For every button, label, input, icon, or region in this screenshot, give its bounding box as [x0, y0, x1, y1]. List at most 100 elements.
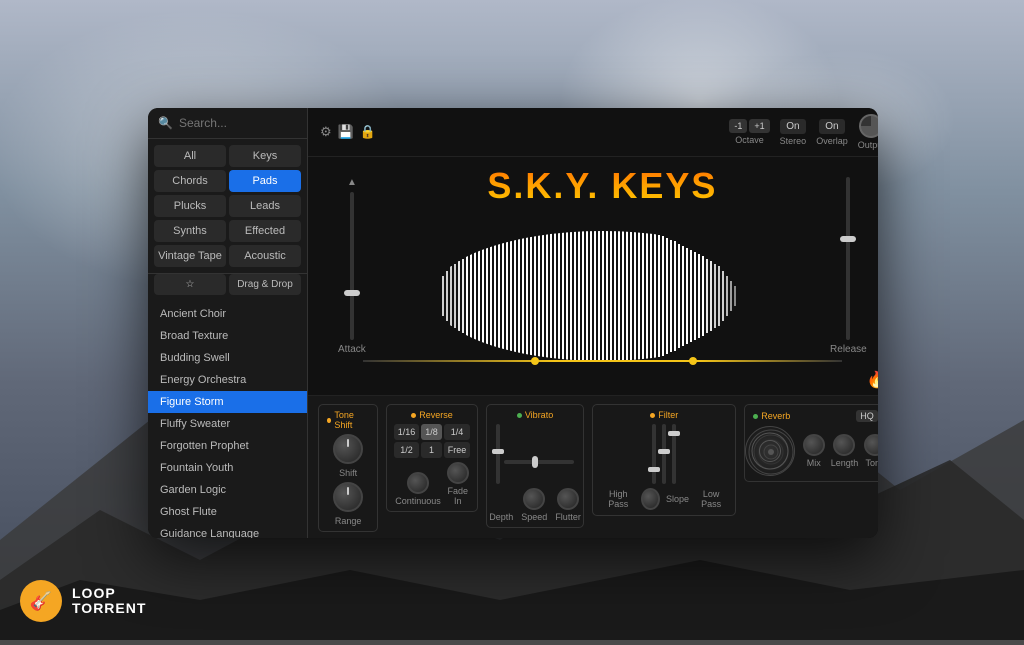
output-control: Output	[858, 114, 878, 150]
preset-fountain-youth[interactable]: Fountain Youth	[148, 457, 307, 479]
preset-figure-storm[interactable]: Figure Storm	[148, 391, 307, 413]
vibrato-dot	[517, 413, 522, 418]
search-input[interactable]	[179, 116, 297, 130]
low-pass-slider[interactable]	[672, 424, 676, 484]
release-slider[interactable]: Release	[830, 177, 867, 355]
top-icons: ⚙ 💾 🔒	[320, 124, 376, 140]
rev-btn-1-16[interactable]: 1/16	[394, 424, 420, 440]
release-label: Release	[830, 344, 867, 355]
continuous-label: Continuous	[395, 496, 441, 506]
cat-leads[interactable]: Leads	[229, 195, 301, 217]
preset-ghost-flute[interactable]: Ghost Flute	[148, 501, 307, 523]
tone-wrap: Tone	[864, 434, 878, 468]
range-label: Range	[335, 516, 362, 526]
attack-track[interactable]	[350, 192, 354, 340]
rev-btn-1-8[interactable]: 1/8	[421, 424, 442, 440]
tone-knob[interactable]	[864, 434, 878, 456]
overlap-label: Overlap	[816, 136, 848, 146]
depth-slider[interactable]	[496, 424, 500, 484]
fade-in-wrap: Fade In	[447, 462, 469, 506]
preset-broad-texture[interactable]: Broad Texture	[148, 325, 307, 347]
bottom-controls: Tone Shift Shift Range Reverse 1/16 1/8 …	[308, 395, 878, 538]
rev-btn-1-4[interactable]: 1/4	[444, 424, 471, 440]
cat-favorites[interactable]: ☆	[154, 274, 226, 295]
octave-minus-btn[interactable]: -1	[729, 119, 747, 133]
env-dot-right	[689, 357, 697, 365]
cat-pads[interactable]: Pads	[229, 170, 301, 192]
cat-all[interactable]: All	[154, 145, 226, 167]
main-area: ⚙ 💾 🔒 -1 +1 Octave On Stereo On	[308, 108, 878, 538]
category-grid: All Keys Chords Pads Plucks Leads Synths…	[148, 139, 307, 274]
speed-knob[interactable]	[523, 488, 545, 510]
reverb-display	[745, 426, 795, 476]
depth-track[interactable]	[496, 424, 500, 484]
shift-knob[interactable]	[333, 434, 363, 464]
low-pass-track[interactable]	[672, 424, 676, 484]
flutter-knob[interactable]	[557, 488, 579, 510]
reverb-group: Reverb HQ	[744, 404, 878, 482]
reverb-label: Reverb	[753, 411, 790, 421]
lock-icon[interactable]: 🔒	[360, 124, 376, 140]
settings-icon[interactable]: ⚙	[320, 124, 332, 140]
reverse-buttons: 1/16 1/8 1/4 1/2 1 Free	[394, 424, 471, 458]
octave-plus-btn[interactable]: +1	[749, 119, 769, 133]
tone-shift-dot	[327, 418, 331, 423]
slope-knob[interactable]	[641, 488, 660, 510]
tone-shift-label: Tone Shift	[327, 410, 369, 430]
preset-fluffy-sweater[interactable]: Fluffy Sweater	[148, 413, 307, 435]
reverse-group: Reverse 1/16 1/8 1/4 1/2 1 Free Continuo…	[386, 404, 478, 512]
mix-knob[interactable]	[803, 434, 825, 456]
continuous-knob[interactable]	[407, 472, 429, 494]
reverb-header: Reverb HQ	[753, 410, 878, 422]
rev-btn-1-2[interactable]: 1/2	[394, 442, 420, 458]
fav-drag-row: ☆ Drag & Drop	[148, 274, 307, 301]
stereo-value[interactable]: On	[780, 119, 805, 134]
filter-label: Filter	[650, 410, 678, 420]
preset-list: Ancient Choir Broad Texture Budding Swel…	[148, 301, 307, 538]
preset-ancient-choir[interactable]: Ancient Choir	[148, 303, 307, 325]
vibrato-group: Vibrato Depth	[486, 404, 585, 528]
slope-slider[interactable]	[662, 424, 666, 484]
depth-wrap: Depth	[489, 512, 513, 522]
vibrato-horiz-slider[interactable]	[504, 460, 574, 464]
watermark-line2: TORRENT	[72, 601, 146, 616]
high-pass-track[interactable]	[652, 424, 656, 484]
release-track[interactable]	[846, 177, 850, 340]
shift-label: Shift	[339, 468, 357, 478]
cat-chords[interactable]: Chords	[154, 170, 226, 192]
cat-acoustic[interactable]: Acoustic	[229, 245, 301, 267]
cat-vintage-tape[interactable]: Vintage Tape	[154, 245, 226, 267]
fade-in-knob[interactable]	[447, 462, 469, 484]
length-knob[interactable]	[833, 434, 855, 456]
waveform-section: S.K.Y. KEYS ▲ Attack	[308, 157, 878, 395]
slope-track[interactable]	[662, 424, 666, 484]
preset-budding-swell[interactable]: Budding Swell	[148, 347, 307, 369]
cat-plucks[interactable]: Plucks	[154, 195, 226, 217]
attack-slider[interactable]: ▲ Attack	[338, 177, 366, 355]
speed-wrap: Speed	[521, 488, 547, 522]
stereo-label: Stereo	[780, 136, 807, 146]
preset-forgotten-prophet[interactable]: Forgotten Prophet	[148, 435, 307, 457]
flutter-wrap: Flutter	[555, 488, 581, 522]
speed-label: Speed	[521, 512, 547, 522]
preset-energy-orchestra[interactable]: Energy Orchestra	[148, 369, 307, 391]
waveform-display: /* rendered via SVG below */	[412, 226, 792, 366]
save-icon[interactable]: 💾	[338, 124, 354, 140]
overlap-value[interactable]: On	[819, 119, 844, 134]
tone-shift-group: Tone Shift Shift Range	[318, 404, 378, 532]
low-pass-label: Low Pass	[695, 489, 727, 509]
preset-guidance-language[interactable]: Guidance Language	[148, 523, 307, 538]
cat-keys[interactable]: Keys	[229, 145, 301, 167]
cat-synths[interactable]: Synths	[154, 220, 226, 242]
preset-garden-logic[interactable]: Garden Logic	[148, 479, 307, 501]
rev-btn-1[interactable]: 1	[421, 442, 442, 458]
cat-effected[interactable]: Effected	[229, 220, 301, 242]
range-knob[interactable]	[333, 482, 363, 512]
output-knob[interactable]	[859, 114, 878, 138]
rev-btn-free[interactable]: Free	[444, 442, 471, 458]
reverb-dot	[753, 414, 758, 419]
depth-label: Depth	[489, 512, 513, 522]
cat-drag-drop[interactable]: Drag & Drop	[229, 274, 301, 295]
high-pass-slider[interactable]	[652, 424, 656, 484]
length-label: Length	[831, 458, 859, 468]
